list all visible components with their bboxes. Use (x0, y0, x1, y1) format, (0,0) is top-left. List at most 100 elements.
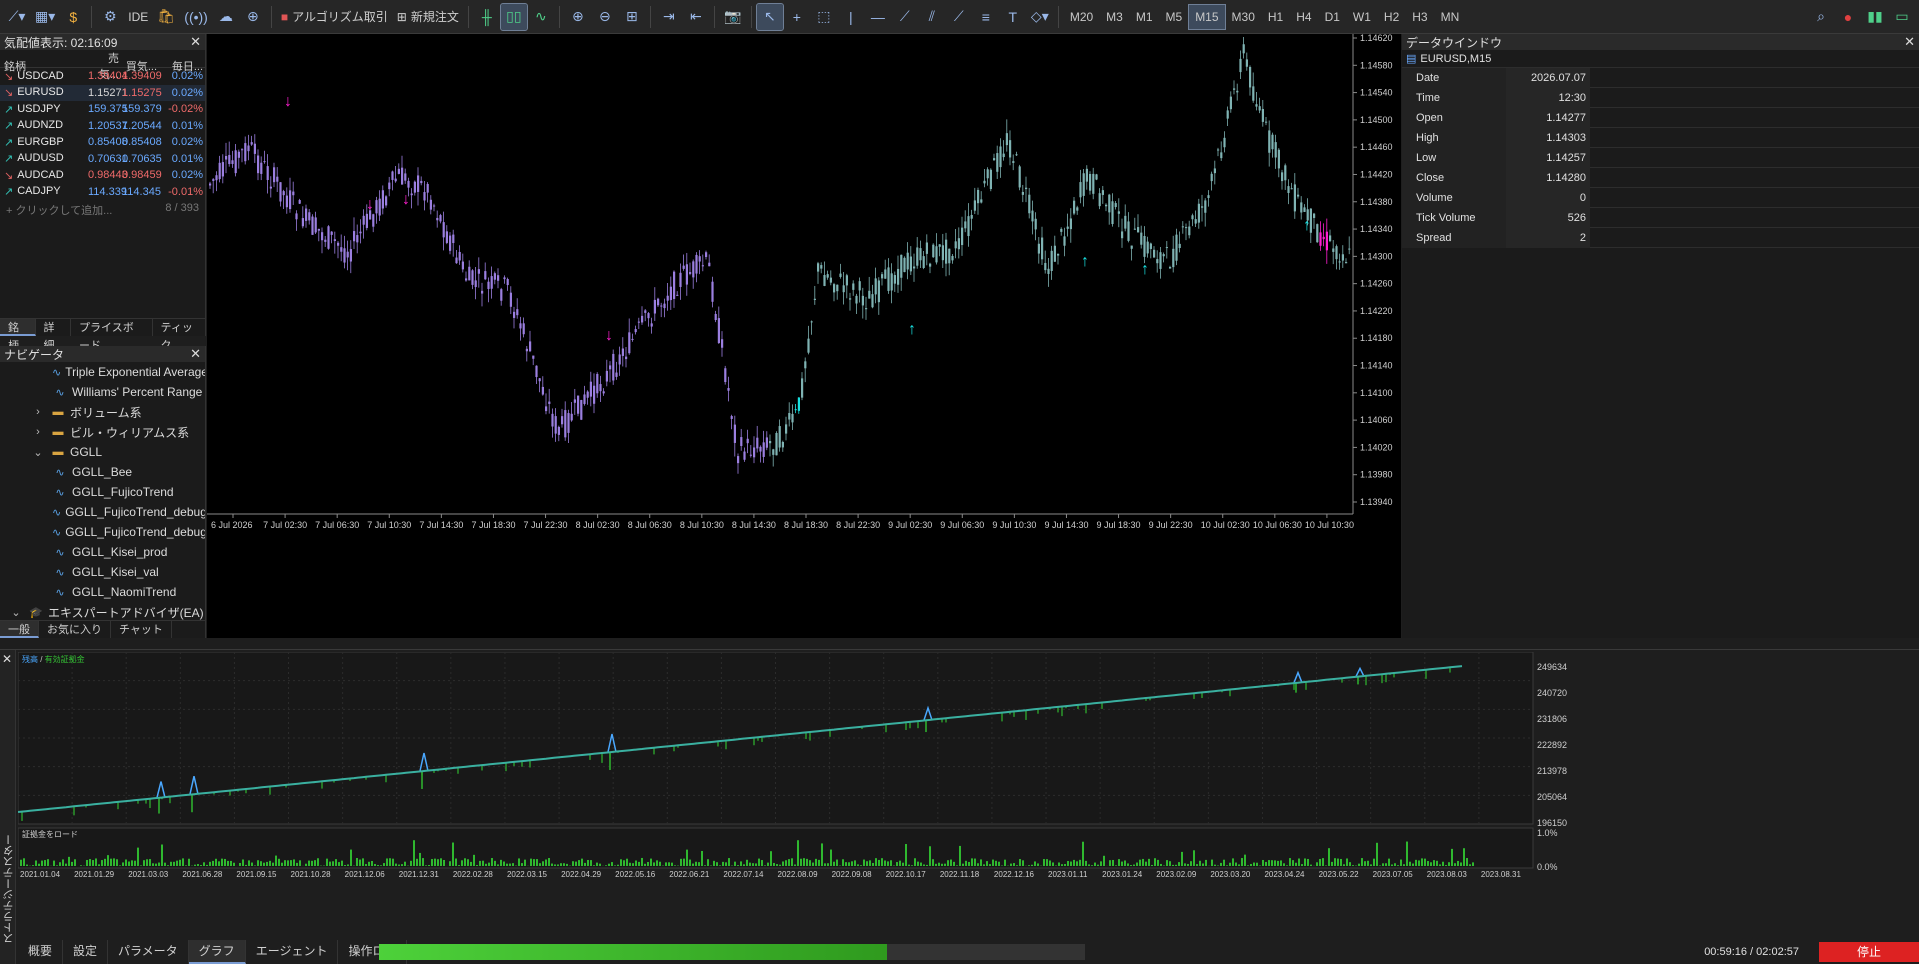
timeframe-h4[interactable]: H4 (1290, 5, 1317, 29)
close-icon[interactable]: ✕ (190, 34, 201, 50)
close-icon[interactable]: ✕ (1904, 34, 1915, 50)
symbol-row-cadjpy[interactable]: ↗CADJPY114.339114.345-0.01% (0, 184, 205, 201)
timeframe-m15[interactable]: M15 (1189, 5, 1224, 29)
screenshot-icon[interactable]: 📷 (720, 4, 746, 30)
navigator-item[interactable]: ›▬ボリューム系 (0, 402, 205, 422)
close-icon[interactable]: ✕ (190, 346, 201, 362)
tab-favorites[interactable]: お気に入り (39, 621, 111, 638)
line-chart-icon[interactable]: ∿ (528, 4, 554, 30)
tab-chat[interactable]: チャット (111, 621, 172, 638)
navigator-item[interactable]: ∿Triple Exponential Average (0, 362, 205, 382)
timeframe-m5[interactable]: M5 (1160, 5, 1189, 29)
symbol-row-audcad[interactable]: ↘AUDCAD0.984430.984590.02% (0, 167, 205, 184)
timeframe-m30[interactable]: M30 (1226, 5, 1261, 29)
close-icon[interactable]: ✕ (2, 652, 12, 666)
autoscroll-icon[interactable]: ⇥ (656, 4, 682, 30)
strategy-icon[interactable]: ⚙ (97, 4, 123, 30)
chart-template-icon[interactable]: ▦▾ (31, 4, 59, 30)
candle-body (334, 239, 336, 241)
navigator-item[interactable]: ∿GGLL_Kisei_val (0, 562, 205, 582)
algo-trading-button[interactable]: ■アルゴリズム取引 (277, 4, 392, 30)
price-chart[interactable]: 1.146201.145801.145401.145001.144601.144… (207, 34, 1401, 638)
add-symbol-hint[interactable]: + クリックして追加... (6, 202, 112, 218)
tester-tab[interactable]: エージェント (246, 940, 339, 964)
bar-chart-icon[interactable]: ╫ (474, 4, 500, 30)
horizontal-line-icon[interactable]: — (865, 4, 891, 30)
navigator-item[interactable]: ∿GGLL_FujicoTrend (0, 482, 205, 502)
notifications-icon[interactable]: ● (1835, 4, 1861, 30)
load-bar (1433, 860, 1435, 866)
navigator-item[interactable]: ›▬ビル・ウィリアムス系 (0, 422, 205, 442)
network-icon[interactable]: ⊕ (240, 4, 266, 30)
expand-icon[interactable]: ⌄ (30, 446, 46, 459)
navigator-item[interactable]: ∿GGLL_FujicoTrend_debug_2 (0, 522, 205, 542)
timeframe-m3[interactable]: M3 (1100, 5, 1129, 29)
symbol-row-audusd[interactable]: ↗AUDUSD0.706310.706350.01% (0, 151, 205, 168)
shapes-icon[interactable]: ◇▾ (1027, 4, 1053, 30)
timeframe-d1[interactable]: D1 (1319, 5, 1346, 29)
navigator-item[interactable]: ∿GGLL_FujicoTrend_debug (0, 502, 205, 522)
vps-icon[interactable]: ☁ (213, 4, 239, 30)
chart-type-icon[interactable]: ⟋▾ (4, 4, 30, 30)
symbol-row-usdcad[interactable]: ↘USDCAD1.394041.394090.02% (0, 68, 205, 85)
tester-tab[interactable]: 設定 (63, 940, 108, 964)
crosshair-icon[interactable]: + (784, 4, 810, 30)
timeframe-m20[interactable]: M20 (1064, 5, 1099, 29)
expand-icon[interactable]: › (30, 406, 46, 418)
chart-shift-icon[interactable]: ⇤ (683, 4, 709, 30)
candle-body (993, 158, 995, 160)
tester-tab[interactable]: パラメータ (108, 940, 189, 964)
navigator-item[interactable]: ⌄🎓エキスパートアドバイザ(EA) (0, 602, 205, 622)
balance-equity-graph[interactable]: 残高 / 有効証拠金証拠金をロード24963424072023180622289… (18, 652, 1919, 920)
fibo-icon[interactable]: ⟋ (946, 4, 972, 30)
text-tool-icon[interactable]: T (1000, 4, 1026, 30)
timeframe-h2[interactable]: H2 (1378, 5, 1405, 29)
tab-ticks[interactable]: ティック (153, 319, 206, 336)
cursor-icon[interactable]: ↖ (757, 4, 783, 30)
navigator-item[interactable]: ∿GGLL_NaomiTrend (0, 582, 205, 602)
candle-chart-icon[interactable]: ▯▯ (501, 4, 527, 30)
navigator-item[interactable]: ∿GGLL_Kisei_prod (0, 542, 205, 562)
navigator-item[interactable]: ∿Williams' Percent Range (0, 382, 205, 402)
load-bar (56, 865, 58, 866)
navigator-item[interactable]: ⌄▬GGLL (0, 442, 205, 462)
zoom-in-icon[interactable]: ⊕ (565, 4, 591, 30)
dollar-icon[interactable]: $ (60, 4, 86, 30)
signal-strength-icon[interactable]: ▮▮ (1862, 4, 1888, 30)
grid-icon[interactable]: ⊞ (619, 4, 645, 30)
signals-icon[interactable]: ((•)) (180, 4, 212, 30)
candlestick-chart-canvas[interactable]: 1.146201.145801.145401.145001.144601.144… (207, 34, 1401, 638)
market-icon[interactable]: 🛍 (153, 4, 179, 30)
timeframe-h3[interactable]: H3 (1406, 5, 1433, 29)
zoom-out-icon[interactable]: ⊖ (592, 4, 618, 30)
levels-icon[interactable]: ≡ (973, 4, 999, 30)
search-icon[interactable]: ⌕ (1808, 4, 1834, 30)
select-icon[interactable]: ⬚ (811, 4, 837, 30)
load-bar (1202, 863, 1204, 866)
symbol-row-usdjpy[interactable]: ↗USDJPY159.375159.379-0.02% (0, 101, 205, 118)
timeframe-h1[interactable]: H1 (1262, 5, 1289, 29)
candle-body (900, 255, 902, 278)
symbol-row-audnzd[interactable]: ↗AUDNZD1.205371.205440.01% (0, 118, 205, 135)
channel-icon[interactable]: ⫽ (919, 4, 945, 30)
tester-tab[interactable]: グラフ (189, 940, 246, 964)
tester-tab[interactable]: 概要 (18, 940, 63, 964)
timeframe-mn[interactable]: MN (1435, 5, 1466, 29)
timeframe-m1[interactable]: M1 (1130, 5, 1159, 29)
timeframe-w1[interactable]: W1 (1347, 5, 1377, 29)
tab-details[interactable]: 詳細 (36, 319, 72, 336)
new-order-button[interactable]: ⊞新規注文 (393, 4, 463, 30)
navigator-item[interactable]: ∿GGLL_Bee (0, 462, 205, 482)
tab-general[interactable]: 一般 (0, 621, 39, 638)
expand-icon[interactable]: › (30, 426, 46, 438)
tab-symbols[interactable]: 銘柄 (0, 319, 36, 336)
trendline-icon[interactable]: ⟋ (892, 4, 918, 30)
vertical-line-icon[interactable]: | (838, 4, 864, 30)
symbol-row-eurgbp[interactable]: ↗EURGBP0.854080.854080.02% (0, 134, 205, 151)
ide-button[interactable]: IDE (124, 4, 152, 30)
load-bar (692, 864, 694, 866)
tab-price-board[interactable]: プライスボード (71, 319, 153, 336)
expand-icon[interactable]: ⌄ (8, 606, 24, 619)
stop-button[interactable]: 停止 (1819, 942, 1919, 962)
symbol-row-eurusd[interactable]: ↘EURUSD1.152711.152750.02% (0, 85, 205, 102)
